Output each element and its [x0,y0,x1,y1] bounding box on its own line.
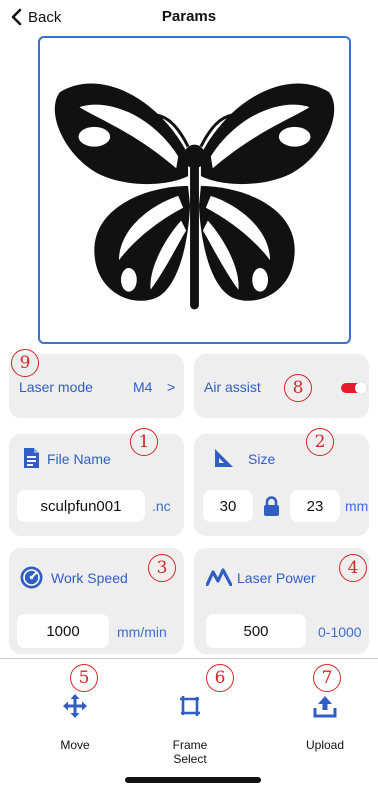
work-speed-input[interactable]: 1000 [17,614,109,648]
move-label: Move [60,738,90,752]
page-title: Params [161,8,217,25]
frame-select-label-line2: Select [173,752,207,766]
butterfly-image [54,83,335,310]
annotation-marker-6: 6 [206,664,234,692]
lock-icon[interactable] [263,496,280,516]
upload-button[interactable]: Upload [295,690,355,756]
laser-power-card: Laser Power 4 500 0-1000 [194,548,369,654]
laser-power-input[interactable]: 500 [206,614,306,648]
annotation-marker-4: 4 [339,554,367,582]
size-label: Size [248,451,276,467]
size-card: Size 2 30 23 mm [194,428,369,536]
frame-select-label-line1: Frame [172,738,208,752]
annotation-marker-3: 3 [148,554,176,582]
file-extension-label: .nc [152,498,171,514]
laser-mode-label: Laser mode [19,379,93,395]
file-name-label: File Name [47,451,111,467]
ruler-triangle-icon [215,449,233,467]
annotation-marker-2: 2 [306,428,334,456]
file-name-input[interactable]: sculpfun001 [17,490,145,522]
size-unit-label: mm [345,498,369,514]
frame-select-button[interactable]: Frame Select [160,690,220,770]
annotation-marker-9: 9 [11,349,39,377]
upload-label: Upload [305,738,345,752]
width-input[interactable]: 30 [203,490,253,522]
air-assist-card: Air assist 8 [194,354,369,418]
annotation-marker-7: 7 [313,664,341,692]
speedometer-icon [20,566,43,589]
laser-mode-card[interactable]: 9 Laser mode M4 > [9,349,184,418]
work-speed-label: Work Speed [51,570,128,586]
air-assist-toggle[interactable] [341,382,367,394]
annotation-marker-1: 1 [130,428,158,456]
laser-power-range-label: 0-1000 [318,624,362,640]
laser-mode-value: M4 [133,379,153,395]
annotation-marker-8: 8 [284,374,312,402]
frame-icon [180,696,200,716]
height-input[interactable]: 23 [290,490,340,522]
image-preview [38,36,351,344]
work-speed-card: Work Speed 3 1000 mm/min [9,548,184,654]
chevron-right-icon: > [167,379,176,395]
annotation-marker-5: 5 [70,664,98,692]
move-arrows-icon [63,694,87,718]
home-indicator [125,777,261,783]
air-assist-label: Air assist [204,379,261,395]
move-button[interactable]: Move [45,690,105,756]
file-name-card: File Name 1 sculpfun001 .nc [9,428,184,536]
laser-power-label: Laser Power [237,570,316,586]
upload-icon [313,696,337,718]
toolbar-divider [0,658,378,659]
document-icon [24,448,39,468]
laser-power-icon [206,568,232,586]
work-speed-unit-label: mm/min [117,624,167,640]
